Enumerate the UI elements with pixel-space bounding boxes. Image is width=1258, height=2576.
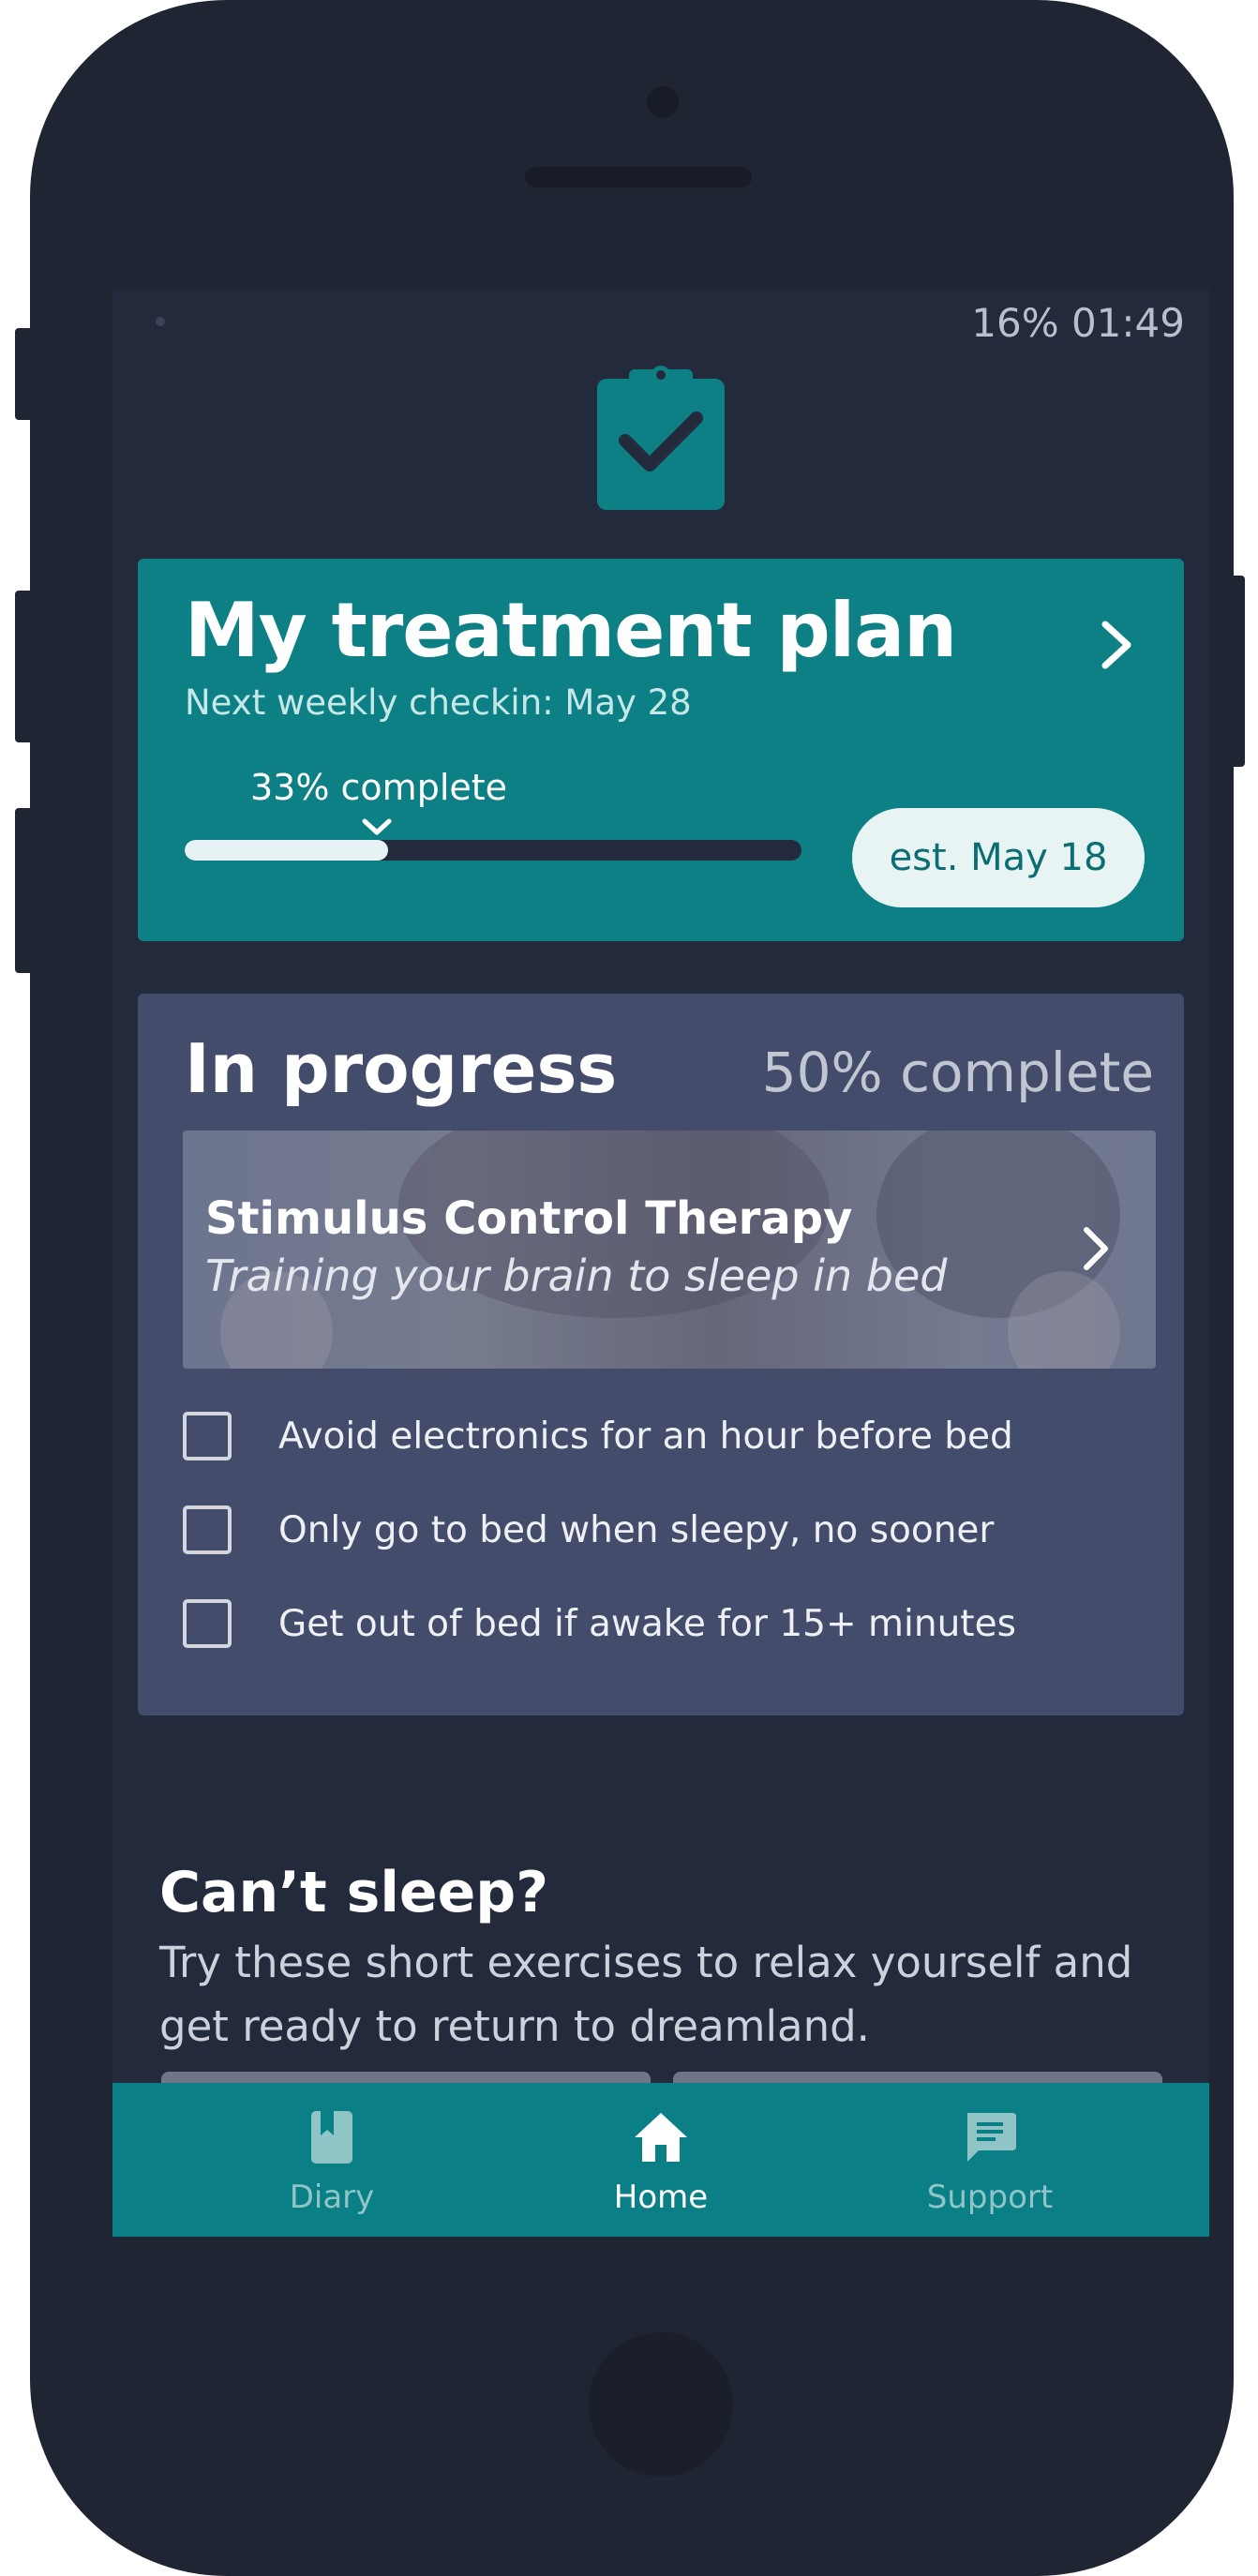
notification-dot xyxy=(156,317,165,326)
nav-support-label: Support xyxy=(926,2179,1054,2216)
plan-progress-label: 33% complete xyxy=(250,767,508,808)
earpiece-speaker xyxy=(525,167,752,187)
task-item[interactable]: Avoid electronics for an hour before bed xyxy=(183,1412,1158,1468)
cant-sleep-description: Try these short exercises to relax yours… xyxy=(159,1938,1133,2051)
chevron-right-icon[interactable] xyxy=(1079,1224,1113,1273)
power-button xyxy=(1224,576,1245,767)
treatment-plan-card[interactable]: My treatment plan Next weekly checkin: M… xyxy=(138,559,1184,941)
estimate-date-badge: est. May 18 xyxy=(852,808,1145,907)
chat-icon xyxy=(967,2113,1016,2162)
chevron-right-icon[interactable] xyxy=(1096,619,1137,671)
volume-down-button xyxy=(15,808,34,973)
cant-sleep-title: Can’t sleep? xyxy=(159,1860,549,1925)
next-checkin-text: Next weekly checkin: May 28 xyxy=(185,682,692,723)
bottom-navigation: Diary Home Support xyxy=(112,2083,1209,2237)
plan-progress-bar xyxy=(185,840,801,861)
nav-home-label: Home xyxy=(613,2179,709,2216)
therapy-subtitle: Training your brain to sleep in bed xyxy=(205,1251,948,1301)
task-label: Only go to bed when sleepy, no sooner xyxy=(278,1509,995,1551)
phone-frame: 16% 01:49 My treatment plan Next weekly … xyxy=(30,0,1234,2576)
task-item[interactable]: Get out of bed if awake for 15+ minutes xyxy=(183,1599,1158,1655)
in-progress-percent: 50% complete xyxy=(761,1041,1154,1104)
therapy-banner[interactable]: Stimulus Control Therapy Training your b… xyxy=(183,1131,1156,1369)
in-progress-card: In progress 50% complete Stimulus Contro… xyxy=(138,994,1184,1715)
nav-diary-label: Diary xyxy=(289,2179,375,2216)
task-item[interactable]: Only go to bed when sleepy, no sooner xyxy=(183,1505,1158,1562)
task-checkbox[interactable] xyxy=(183,1412,232,1460)
app-screen: 16% 01:49 My treatment plan Next weekly … xyxy=(112,289,1209,2237)
caret-down-icon xyxy=(362,818,392,835)
home-icon xyxy=(635,2113,687,2162)
book-icon xyxy=(311,2111,352,2164)
banner-overlay xyxy=(183,1131,1156,1369)
therapy-title: Stimulus Control Therapy xyxy=(205,1192,853,1245)
front-camera xyxy=(647,86,679,118)
clipboard-check-icon xyxy=(597,366,725,510)
volume-up-button xyxy=(15,591,34,742)
task-checkbox[interactable] xyxy=(183,1505,232,1554)
task-label: Get out of bed if awake for 15+ minutes xyxy=(278,1603,1016,1645)
nav-home[interactable]: Home xyxy=(520,2083,801,2237)
home-hardware-button[interactable] xyxy=(589,2332,733,2477)
task-label: Avoid electronics for an hour before bed xyxy=(278,1415,1013,1458)
treatment-plan-title: My treatment plan xyxy=(185,587,957,674)
plan-progress-fill xyxy=(185,840,389,861)
nav-diary[interactable]: Diary xyxy=(191,2083,472,2237)
in-progress-title: In progress xyxy=(185,1029,618,1108)
status-battery-time: 16% 01:49 xyxy=(971,300,1185,346)
nav-support[interactable]: Support xyxy=(849,2083,1131,2237)
mute-switch xyxy=(15,328,34,420)
task-checkbox[interactable] xyxy=(183,1599,232,1648)
